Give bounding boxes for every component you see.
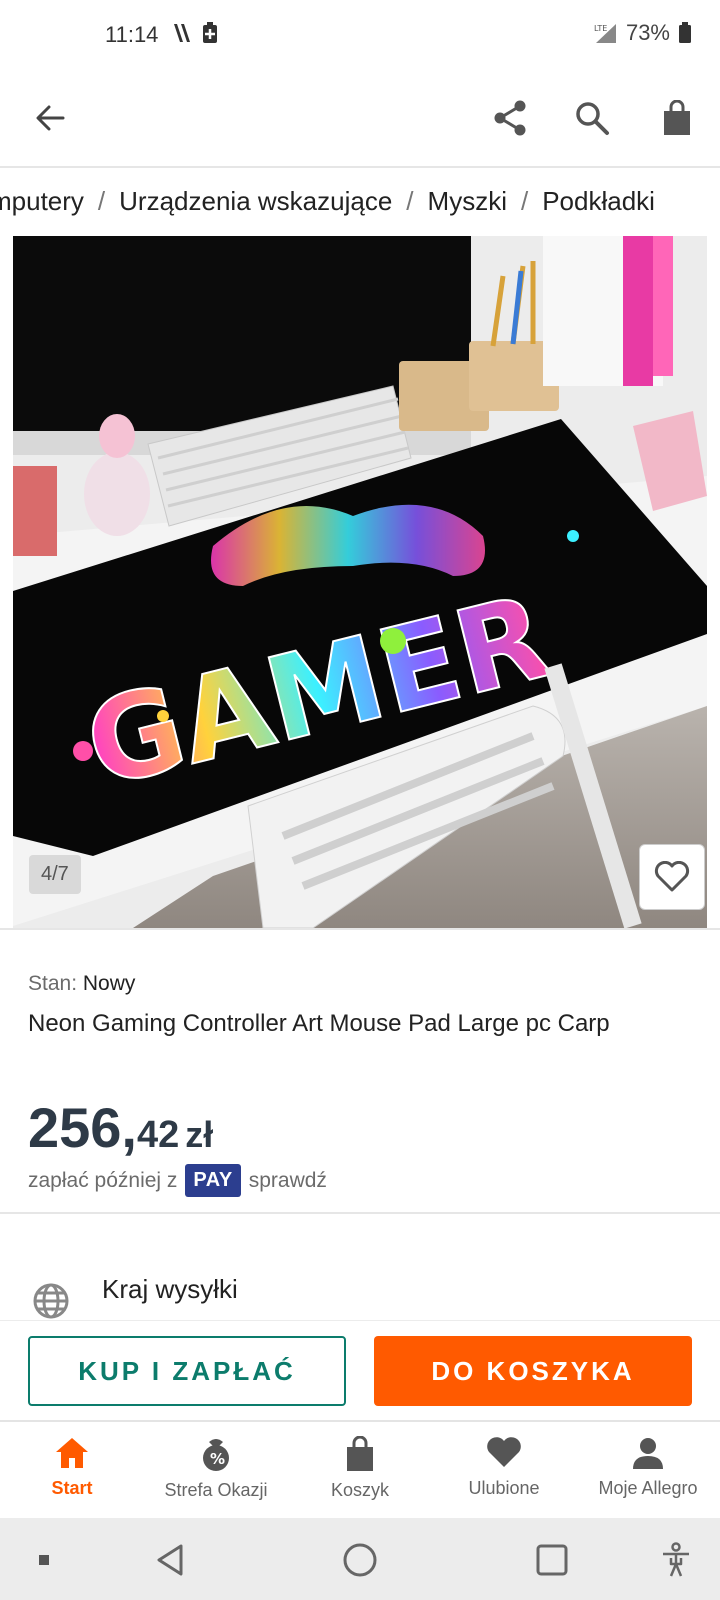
pay-badge: PAY xyxy=(185,1164,241,1197)
add-to-favorites-button[interactable] xyxy=(639,844,705,910)
breadcrumb-separator: / xyxy=(97,186,106,216)
breadcrumb-separator: / xyxy=(406,186,414,216)
dot-icon xyxy=(39,1555,49,1565)
breadcrumb-item[interactable]: Podkładki xyxy=(542,186,655,216)
cart-button[interactable] xyxy=(655,96,699,140)
heart-icon xyxy=(487,1437,521,1467)
share-button[interactable] xyxy=(488,96,532,140)
battery-saver-icon xyxy=(203,22,217,43)
breadcrumb-item[interactable]: Myszki xyxy=(428,186,507,216)
accessibility-button[interactable] xyxy=(656,1538,696,1582)
shopping-bag-icon xyxy=(664,100,690,135)
bottom-navigation: Start % Strefa Okazji Koszyk Ulubione Mo… xyxy=(0,1420,720,1518)
price-decimal: 42 xyxy=(137,1114,180,1156)
app-bar xyxy=(0,72,720,168)
pay-later-text: zapłać później z xyxy=(28,1168,178,1192)
system-recents-button[interactable] xyxy=(530,1538,574,1582)
nav-item-start[interactable]: Start xyxy=(0,1422,144,1518)
triangle-back-icon xyxy=(157,1544,183,1576)
buy-now-button[interactable]: KUP I ZAPŁAĆ xyxy=(28,1336,346,1406)
breadcrumb: mputery / Urządzenia wskazujące / Myszki / Pod… xyxy=(0,186,720,217)
price-integer: 256, xyxy=(28,1096,137,1159)
battery-icon xyxy=(679,22,691,43)
condition-value: Nowy xyxy=(82,972,136,995)
shipping-country-row[interactable]: Kraj wysyłki xyxy=(0,1266,720,1320)
status-bar: 11:14 LTE 73% xyxy=(0,0,720,72)
search-button[interactable] xyxy=(570,96,614,140)
divider xyxy=(0,928,720,930)
nav-label: Moje Allegro xyxy=(598,1478,698,1498)
system-home-button[interactable] xyxy=(338,1538,382,1582)
status-right-icons: LTE 73% xyxy=(594,20,692,46)
pay-later-check-link[interactable]: sprawdź xyxy=(249,1169,327,1193)
nav-item-cart[interactable]: Koszyk xyxy=(288,1422,432,1518)
globe-icon xyxy=(33,1283,69,1319)
nav-label: Koszyk xyxy=(330,1480,390,1500)
nav-item-favorites[interactable]: Ulubione xyxy=(432,1422,576,1518)
accessibility-icon xyxy=(663,1542,689,1577)
breadcrumb-item[interactable]: Urządzenia wskazujące xyxy=(119,186,392,216)
system-back-button[interactable] xyxy=(148,1538,192,1582)
svg-text:%: % xyxy=(210,1450,225,1468)
product-price: 256,42 zł xyxy=(28,1095,213,1160)
breadcrumb-item[interactable]: mputery xyxy=(0,186,84,216)
product-title: Neon Gaming Controller Art Mouse Pad Lar… xyxy=(28,1010,610,1037)
condition-label: Stan: xyxy=(28,972,78,995)
shipping-country-label: Kraj wysyłki xyxy=(102,1274,238,1304)
product-image: GAMER xyxy=(13,236,707,928)
system-menu-button[interactable] xyxy=(30,1538,58,1582)
product-image-gallery[interactable]: GAMER 4/7 xyxy=(13,236,707,928)
breadcrumb-separator: / xyxy=(520,186,529,216)
arrow-back-icon xyxy=(36,105,65,131)
pay-later-row: zapłać później z PAY sprawdź xyxy=(28,1164,327,1197)
purchase-action-bar: KUP I ZAPŁAĆ DO KOSZYKA xyxy=(0,1320,720,1420)
status-notification-icons xyxy=(172,22,218,44)
share-icon xyxy=(494,100,526,136)
nav-item-my-allegro[interactable]: Moje Allegro xyxy=(576,1422,720,1518)
status-time: 11:14 xyxy=(105,22,159,47)
add-to-cart-button[interactable]: DO KOSZYKA xyxy=(374,1336,692,1406)
divider xyxy=(0,1212,720,1214)
circle-home-icon xyxy=(343,1543,377,1577)
shopping-bag-icon xyxy=(347,1436,373,1471)
svg-text:LTE: LTE xyxy=(594,24,607,33)
search-icon xyxy=(576,102,609,135)
vpn-icon xyxy=(174,24,190,42)
square-recents-icon xyxy=(536,1544,568,1576)
home-icon xyxy=(56,1438,88,1468)
signal-icon: LTE xyxy=(594,24,616,43)
system-navigation-bar xyxy=(0,1518,720,1600)
nav-label: Strefa Okazji xyxy=(164,1480,268,1500)
price-currency: zł xyxy=(185,1114,214,1155)
nav-label: Ulubione xyxy=(468,1478,540,1498)
back-button[interactable] xyxy=(28,96,72,140)
heart-outline-icon xyxy=(654,861,690,892)
image-counter: 4/7 xyxy=(29,855,81,894)
discount-bag-icon: % xyxy=(203,1439,229,1471)
product-condition: Stan: Nowy xyxy=(28,972,135,996)
nav-item-deals[interactable]: % Strefa Okazji xyxy=(144,1422,288,1518)
nav-label: Start xyxy=(51,1478,93,1498)
battery-percent: 73% xyxy=(625,20,670,45)
user-icon xyxy=(633,1438,663,1469)
